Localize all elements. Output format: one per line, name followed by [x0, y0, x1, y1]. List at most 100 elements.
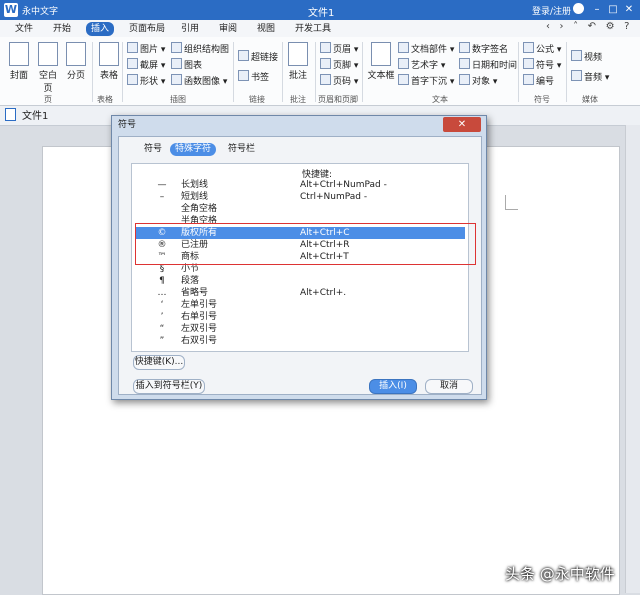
list-item[interactable]: 全角空格: [135, 203, 465, 215]
omega-icon: [523, 58, 534, 69]
char-name: 右双引号: [181, 336, 218, 346]
video-button[interactable]: 视频: [571, 50, 602, 64]
date-time-icon: [459, 58, 470, 69]
group-label-text: 文本: [432, 95, 448, 104]
shortcut-key-button[interactable]: 快捷键(K)...: [133, 355, 185, 370]
menu-tab-file[interactable]: 文件: [10, 22, 38, 36]
numbering-button[interactable]: 编号: [523, 74, 554, 88]
insert-button[interactable]: 插入(I): [369, 379, 417, 394]
list-item[interactable]: – 短划线 Ctrl+NumPad -: [135, 191, 465, 203]
char-name: 左单引号: [181, 300, 218, 310]
settings-icon[interactable]: ⚙: [606, 21, 615, 32]
tab-symbol-bar[interactable]: 符号栏: [223, 143, 260, 156]
cover-button[interactable]: 封面: [6, 42, 32, 81]
footer-button[interactable]: 页脚 ▾: [320, 58, 358, 72]
chart-button[interactable]: 图表: [171, 58, 202, 72]
menu-tab-view[interactable]: 视图: [252, 22, 280, 36]
list-item[interactable]: — 长划线 Alt+Ctrl+NumPad -: [135, 179, 465, 191]
org-chart-icon: [171, 42, 182, 53]
menu-tab-references[interactable]: 引用: [176, 22, 204, 36]
shape-icon: [127, 74, 138, 85]
char-name: 右单引号: [181, 312, 218, 322]
digital-signature-icon: [459, 42, 470, 53]
comment-icon: [288, 42, 308, 66]
ribbon-separator: [362, 42, 363, 102]
audio-button[interactable]: 音频 ▾: [571, 70, 609, 84]
chevron-right-icon[interactable]: ›: [560, 21, 564, 32]
page-number-button[interactable]: 页码 ▾: [320, 74, 358, 88]
screenshot-icon: [127, 58, 138, 69]
login-link[interactable]: 登录/注册: [532, 4, 571, 17]
list-item[interactable]: … 省略号 Alt+Ctrl+.: [135, 287, 465, 299]
minimize-icon[interactable]: –: [590, 2, 604, 17]
table-icon: [99, 42, 119, 66]
char-symbol: …: [157, 288, 167, 298]
numbering-icon: [523, 74, 534, 85]
char-symbol: ¶: [159, 276, 165, 286]
blank-page-icon: [38, 42, 58, 66]
dialog-close-button[interactable]: ✕: [443, 117, 481, 132]
formula-button[interactable]: 公式 ▾: [523, 42, 561, 56]
chevron-left-icon[interactable]: ‹: [546, 21, 550, 32]
comment-button[interactable]: 批注: [285, 42, 311, 81]
symbol-button[interactable]: 符号 ▾: [523, 58, 561, 72]
date-time-button[interactable]: 日期和时间: [459, 58, 517, 72]
drop-cap-button[interactable]: 首字下沉 ▾: [398, 74, 454, 88]
header-button[interactable]: 页眉 ▾: [320, 42, 358, 56]
hyperlink-icon: [238, 50, 249, 61]
char-shortcut: Ctrl+NumPad -: [300, 192, 368, 202]
org-chart-button[interactable]: 组织结构图: [171, 42, 229, 56]
list-item[interactable]: ” 右双引号: [135, 335, 465, 347]
menu-tab-insert[interactable]: 插入: [86, 22, 115, 36]
header-icon: [320, 42, 331, 53]
char-symbol: ”: [159, 336, 165, 346]
ribbon-separator: [315, 42, 316, 102]
menu-tab-layout[interactable]: 页面布局: [124, 22, 170, 36]
blank-page-button[interactable]: 空白页: [35, 42, 61, 94]
menu-tab-developer[interactable]: 开发工具: [290, 22, 336, 36]
video-icon: [571, 50, 582, 61]
doc-parts-button[interactable]: 文档部件 ▾: [398, 42, 454, 56]
footer-icon: [320, 58, 331, 69]
insert-to-bar-button[interactable]: 插入到符号栏(Y): [133, 379, 205, 394]
picture-icon: [127, 42, 138, 53]
char-symbol: ’: [160, 312, 164, 322]
menu-tab-review[interactable]: 审阅: [214, 22, 242, 36]
tab-symbols[interactable]: 符号: [139, 143, 167, 156]
wordart-button[interactable]: 艺术字 ▾: [398, 58, 445, 72]
maximize-icon[interactable]: □: [606, 2, 620, 17]
chevron-up-icon[interactable]: ˄: [573, 21, 578, 32]
cancel-button[interactable]: 取消: [425, 379, 473, 394]
undo-icon[interactable]: ↶: [588, 21, 596, 32]
help-icon[interactable]: ?: [624, 21, 629, 32]
digital-signature-button[interactable]: 数字签名: [459, 42, 508, 56]
object-button[interactable]: 对象 ▾: [459, 74, 497, 88]
function-graph-button[interactable]: 函数图像 ▾: [171, 74, 227, 88]
symbol-dialog: 符号 ✕ 符号 特殊字符 符号栏 快捷键: — 长划线 Alt+Ctrl+NumPa…: [111, 115, 487, 400]
list-item[interactable]: ’ 右单引号: [135, 311, 465, 323]
list-item[interactable]: “ 左双引号: [135, 323, 465, 335]
list-item[interactable]: ¶ 段落: [135, 275, 465, 287]
close-icon[interactable]: ✕: [622, 2, 636, 17]
char-name: 省略号: [181, 288, 209, 298]
table-button[interactable]: 表格: [96, 42, 122, 81]
document-tab[interactable]: 文件1: [5, 108, 115, 124]
hyperlink-button[interactable]: 超链接: [238, 50, 278, 64]
char-name: 长划线: [181, 180, 209, 190]
group-label-table: 表格: [97, 95, 113, 104]
char-name: 段落: [181, 276, 200, 286]
list-item[interactable]: ‘ 左单引号: [135, 299, 465, 311]
char-shortcut: Alt+Ctrl+.: [300, 288, 347, 298]
menu-tab-home[interactable]: 开始: [48, 22, 76, 36]
tab-special-chars[interactable]: 特殊字符: [170, 143, 217, 156]
page-break-button[interactable]: 分页: [63, 42, 89, 81]
margin-mark: [505, 195, 518, 210]
user-avatar-icon[interactable]: [573, 3, 584, 14]
shape-button[interactable]: 形状 ▾: [127, 74, 165, 88]
ribbon-separator: [122, 42, 123, 102]
bookmark-button[interactable]: 书签: [238, 70, 269, 84]
dialog-title-bar[interactable]: 符号: [112, 116, 486, 134]
screenshot-button[interactable]: 截屏 ▾: [127, 58, 165, 72]
textbox-button[interactable]: 文本框: [365, 42, 397, 81]
picture-button[interactable]: 图片 ▾: [127, 42, 165, 56]
